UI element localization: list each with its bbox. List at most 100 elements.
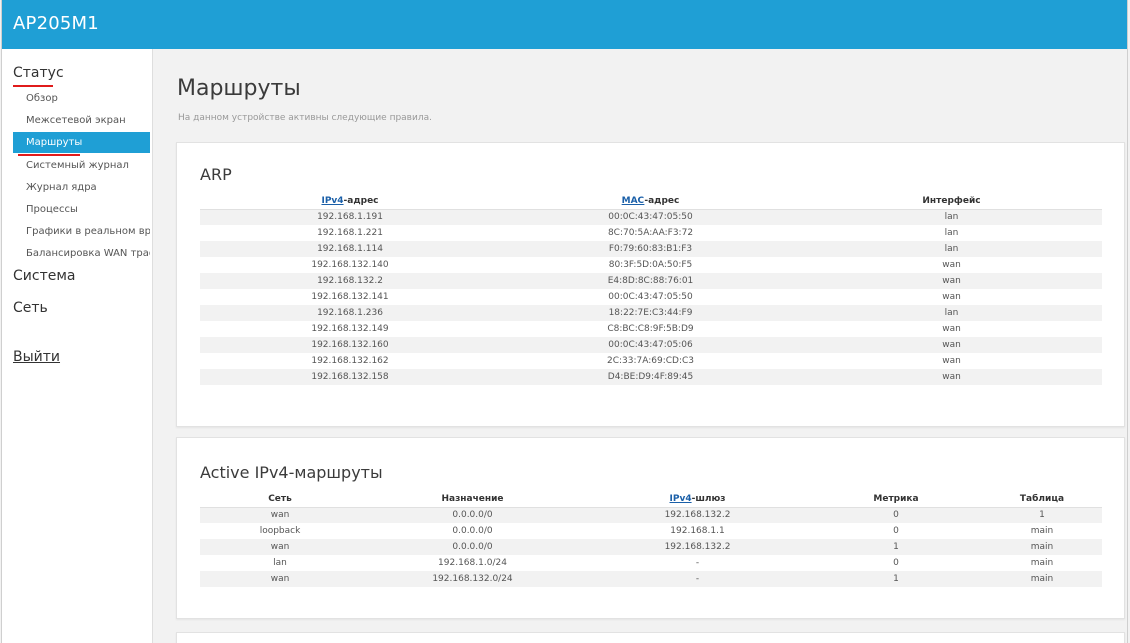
sidebar-item-syslog[interactable]: Системный журнал (13, 155, 150, 176)
table-cell: - (585, 555, 810, 571)
table-cell: 00:0C:43:47:05:50 (500, 289, 801, 305)
table-row: 192.168.132.141 00:0C:43:47:05:50 wan (200, 289, 1102, 305)
page-title: Маршруты (177, 76, 301, 101)
sidebar-item-routes[interactable]: Маршруты (13, 132, 150, 153)
table-cell: 192.168.1.114 (200, 241, 500, 257)
table-row: lan 192.168.1.0/24-0 main (200, 555, 1102, 571)
table-cell: 2C:33:7A:69:CD:C3 (500, 353, 801, 369)
table-cell: lan (801, 241, 1102, 257)
table-cell: wan (200, 571, 360, 587)
table-cell: 0 (810, 555, 982, 571)
table-cell: 192.168.1.1 (585, 523, 810, 539)
table-cell: wan (801, 353, 1102, 369)
table-cell: 0.0.0.0/0 (360, 523, 585, 539)
arp-header-row: IPv4-адрес MAC-адрес Интерфейс (200, 193, 1102, 210)
sidebar-item-realtime-graphs[interactable]: Графики в реальном времени (13, 221, 150, 242)
table-cell: main (982, 571, 1102, 587)
app-title[interactable]: AP205M1 (13, 13, 99, 34)
table-cell: main (982, 539, 1102, 555)
table-cell: 192.168.1.0/24 (360, 555, 585, 571)
mac-abbr[interactable]: MAC (622, 196, 645, 206)
table-cell: 0.0.0.0/0 (360, 539, 585, 555)
table-row: 192.168.132.162 2C:33:7A:69:CD:C3 wan (200, 353, 1102, 369)
table-cell: wan (200, 507, 360, 523)
table-row: 192.168.132.149 C8:BC:C8:9F:5B:D9 wan (200, 321, 1102, 337)
table-cell: wan (801, 289, 1102, 305)
table-cell: wan (801, 337, 1102, 353)
table-row: 192.168.1.191 00:0C:43:47:05:50 lan (200, 209, 1102, 225)
table-cell: wan (801, 321, 1102, 337)
app-window: AP205M1 Статус Обзор Межсетевой экран Ма… (1, 0, 1128, 643)
table-cell: E4:8D:8C:88:76:01 (500, 273, 801, 289)
table-cell: C8:BC:C8:9F:5B:D9 (500, 321, 801, 337)
routes-header-row: Сеть Назначение IPv4-шлюз Метрика Таблиц… (200, 491, 1102, 508)
col-target: Назначение (360, 491, 585, 508)
table-cell: 0 (810, 523, 982, 539)
table-cell: 192.168.132.158 (200, 369, 500, 385)
col-network: Сеть (200, 491, 360, 508)
table-cell: 1 (810, 571, 982, 587)
table-cell: - (585, 571, 810, 587)
routes-card: Active IPv4-маршруты Сеть Назначение IPv… (176, 437, 1125, 619)
table-cell: lan (200, 555, 360, 571)
logout-link[interactable]: Выйти (13, 349, 60, 365)
table-cell: D4:BE:D9:4F:89:45 (500, 369, 801, 385)
col-interface: Интерфейс (801, 193, 1102, 210)
menu-network[interactable]: Сеть (13, 300, 48, 316)
table-row: 192.168.132.160 00:0C:43:47:05:06 wan (200, 337, 1102, 353)
table-cell: 192.168.1.236 (200, 305, 500, 321)
arp-title: ARP (200, 165, 232, 184)
table-cell: 192.168.132.160 (200, 337, 500, 353)
next-card (176, 632, 1125, 643)
sidebar: Статус Обзор Межсетевой экран Маршруты С… (2, 49, 153, 643)
table-cell: 192.168.132.2 (585, 539, 810, 555)
sidebar-item-overview[interactable]: Обзор (13, 88, 150, 109)
table-cell: 00:0C:43:47:05:50 (500, 209, 801, 225)
col-ipv4-address: IPv4-адрес (200, 193, 500, 210)
table-cell: wan (801, 273, 1102, 289)
sidebar-item-wan-balancing[interactable]: Балансировка WAN трафика (13, 243, 150, 264)
table-cell: 1 (810, 539, 982, 555)
col-mac-address-label: -адрес (644, 195, 680, 206)
col-gateway: IPv4-шлюз (585, 491, 810, 508)
main-content: Маршруты На данном устройстве активны сл… (154, 49, 1127, 643)
table-cell: 18:22:7E:C3:44:F9 (500, 305, 801, 321)
sidebar-item-processes[interactable]: Процессы (13, 199, 150, 220)
ipv4-abbr[interactable]: IPv4 (321, 196, 343, 206)
table-cell: lan (801, 225, 1102, 241)
table-cell: loopback (200, 523, 360, 539)
table-cell: 192.168.1.221 (200, 225, 500, 241)
page-description: На данном устройстве активны следующие п… (178, 113, 432, 123)
table-row: wan 0.0.0.0/0 192.168.132.2 0 1 (200, 507, 1102, 523)
table-cell: 192.168.132.0/24 (360, 571, 585, 587)
table-cell: 192.168.132.140 (200, 257, 500, 273)
table-cell: 192.168.132.141 (200, 289, 500, 305)
table-cell: wan (801, 369, 1102, 385)
menu-system[interactable]: Система (13, 268, 75, 284)
routes-title: Active IPv4-маршруты (200, 463, 383, 482)
sidebar-item-firewall[interactable]: Межсетевой экран (13, 110, 150, 131)
table-cell: 192.168.132.162 (200, 353, 500, 369)
col-metric: Метрика (810, 491, 982, 508)
table-row: 192.168.132.140 80:3F:5D:0A:50:F5 wan (200, 257, 1102, 273)
table-row: 192.168.132.158 D4:BE:D9:4F:89:45 wan (200, 369, 1102, 385)
table-row: 192.168.1.236 18:22:7E:C3:44:F9 lan (200, 305, 1102, 321)
table-cell: 1 (982, 507, 1102, 523)
col-table: Таблица (982, 491, 1102, 508)
menu-status[interactable]: Статус (13, 65, 64, 81)
table-row: loopback 0.0.0.0/0 192.168.1.1 0 main (200, 523, 1102, 539)
table-row: wan 192.168.132.0/24-1 main (200, 571, 1102, 587)
table-cell: 0 (810, 507, 982, 523)
table-row: 192.168.1.114 F0:79:60:83:B1:F3 lan (200, 241, 1102, 257)
table-cell: 192.168.132.149 (200, 321, 500, 337)
col-ipv4-address-label: -адрес (343, 195, 379, 206)
col-mac-address: MAC-адрес (500, 193, 801, 210)
ipv4-gateway-abbr[interactable]: IPv4 (670, 494, 692, 504)
table-cell: 80:3F:5D:0A:50:F5 (500, 257, 801, 273)
table-cell: main (982, 555, 1102, 571)
table-cell: 0.0.0.0/0 (360, 507, 585, 523)
table-row: 192.168.132.2 E4:8D:8C:88:76:01 wan (200, 273, 1102, 289)
table-cell: 192.168.1.191 (200, 209, 500, 225)
sidebar-item-kernel-log[interactable]: Журнал ядра (13, 177, 150, 198)
table-cell: wan (200, 539, 360, 555)
